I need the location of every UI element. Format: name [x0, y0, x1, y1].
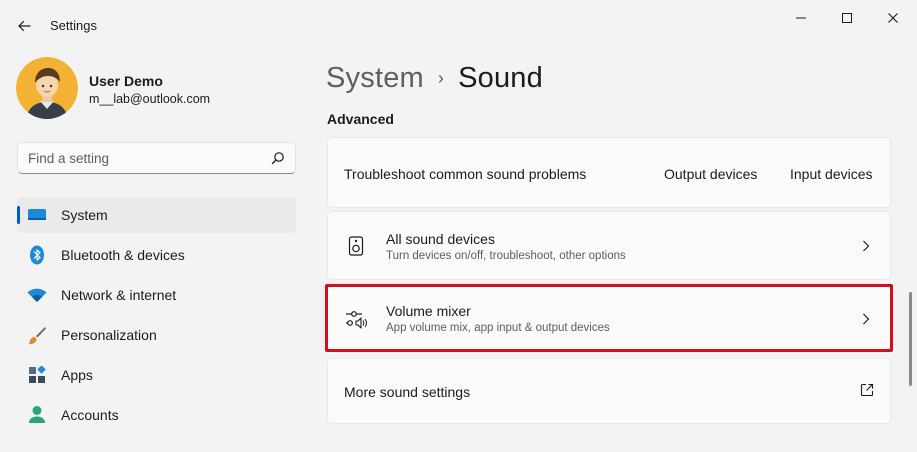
sidebar-item-label: Bluetooth & devices	[61, 247, 185, 263]
chevron-right-icon	[860, 312, 872, 326]
wifi-icon	[26, 285, 48, 305]
search-icon[interactable]	[271, 151, 285, 165]
output-devices-button[interactable]: Output devices	[664, 166, 757, 182]
search-input[interactable]	[28, 150, 258, 166]
all-sound-devices-card[interactable]: All sound devices Turn devices on/off, t…	[327, 211, 891, 280]
volume-mixer-title: Volume mixer	[386, 303, 471, 319]
sidebar-item-label: System	[61, 207, 108, 223]
breadcrumb-parent[interactable]: System	[326, 62, 424, 95]
all-sound-devices-title: All sound devices	[386, 231, 495, 247]
user-avatar-icon	[16, 57, 78, 119]
title-bar: Settings	[0, 0, 917, 50]
sidebar-item-label: Personalization	[61, 327, 157, 343]
back-button[interactable]	[12, 14, 36, 38]
minimize-icon	[796, 17, 806, 19]
minimize-button[interactable]	[784, 8, 818, 28]
settings-window: Settings User Demo m__lab@outlook.com Fi…	[0, 0, 917, 452]
system-icon	[26, 205, 48, 225]
speaker-icon	[348, 236, 364, 256]
troubleshoot-card: Troubleshoot common sound problems Outpu…	[327, 137, 891, 208]
sidebar-item-system[interactable]: System	[17, 197, 296, 233]
more-sound-settings-label: More sound settings	[344, 384, 471, 400]
sidebar-item-accounts[interactable]: Accounts	[17, 397, 296, 433]
sidebar-item-label: Apps	[61, 367, 93, 383]
sidebar-item-label: Network & internet	[61, 287, 177, 303]
sidebar-item-apps[interactable]: Apps	[17, 357, 296, 393]
close-icon	[888, 13, 898, 23]
active-indicator	[17, 206, 20, 224]
input-devices-button[interactable]: Input devices	[790, 166, 873, 182]
breadcrumb: System › Sound	[326, 58, 543, 98]
user-email: m__lab@outlook.com	[89, 92, 211, 106]
sidebar-item-personalization[interactable]: Personalization	[17, 317, 296, 353]
chevron-right-icon	[860, 239, 872, 253]
volume-mixer-card[interactable]: Volume mixer App volume mix, app input &…	[327, 286, 891, 350]
scrollbar[interactable]	[909, 292, 912, 386]
apps-icon	[26, 365, 48, 385]
sidebar-item-label: Accounts	[61, 407, 119, 423]
more-sound-settings-card[interactable]: More sound settings	[327, 358, 891, 424]
troubleshoot-label: Troubleshoot common sound problems	[344, 166, 587, 182]
accounts-icon	[26, 405, 48, 425]
avatar[interactable]	[16, 57, 78, 119]
page-title: Sound	[458, 61, 543, 94]
section-title-advanced: Advanced	[327, 111, 394, 127]
open-external-icon	[860, 383, 874, 397]
user-name: User Demo	[89, 73, 163, 89]
window-title: Settings	[50, 18, 97, 33]
sidebar-item-bluetooth[interactable]: Bluetooth & devices	[17, 237, 296, 273]
volume-mixer-description: App volume mix, app input & output devic…	[386, 322, 610, 334]
back-arrow-icon	[18, 20, 31, 32]
maximize-button[interactable]	[830, 8, 864, 28]
bluetooth-icon	[26, 245, 48, 265]
brush-icon	[26, 325, 48, 345]
sidebar-item-network[interactable]: Network & internet	[17, 277, 296, 313]
volume-mixer-icon	[346, 311, 367, 329]
search-box[interactable]	[17, 142, 296, 174]
maximize-icon	[842, 13, 852, 23]
close-button[interactable]	[876, 8, 910, 28]
breadcrumb-separator-icon: ›	[437, 67, 445, 88]
all-sound-devices-description: Turn devices on/off, troubleshoot, other…	[386, 250, 626, 262]
